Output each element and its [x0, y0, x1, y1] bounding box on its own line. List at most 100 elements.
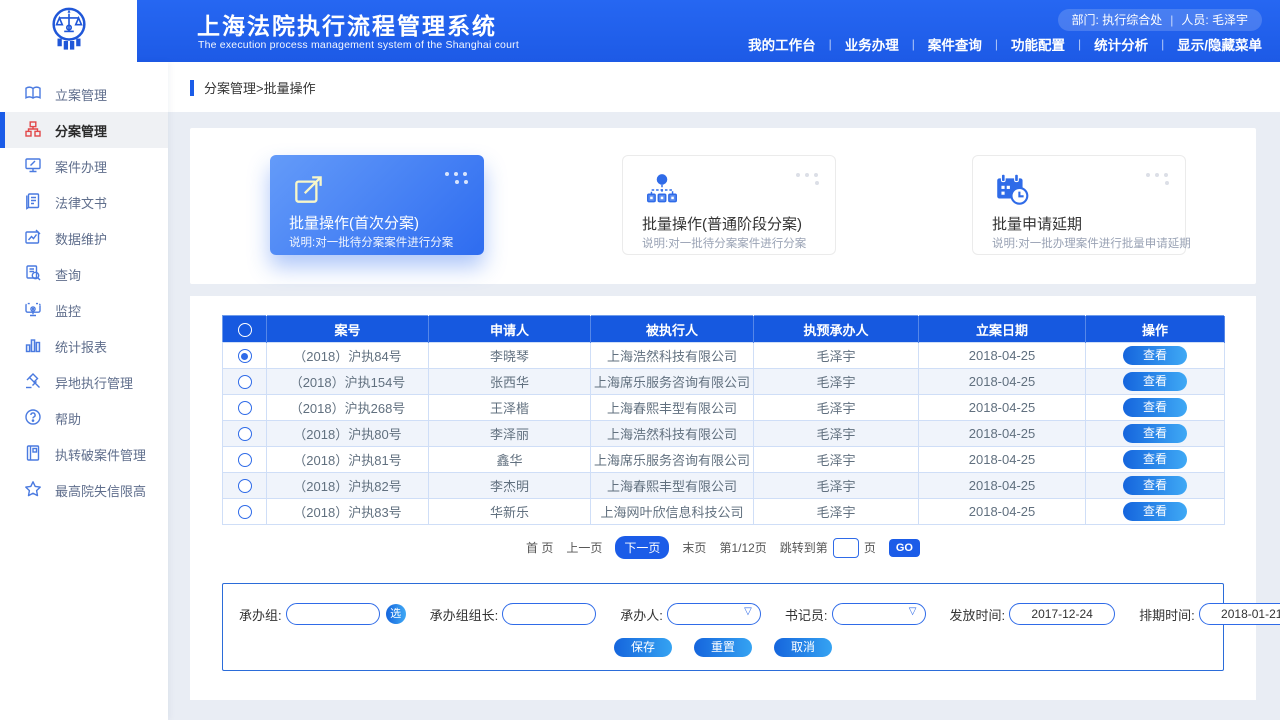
cell-filing-date: 2018-04-25	[919, 473, 1086, 499]
sidebar-item-remote-execution[interactable]: 异地执行管理	[0, 364, 168, 400]
sidebar-item-label: 立案管理	[55, 85, 107, 104]
search-document-icon	[24, 264, 42, 285]
cell-applicant: 李杰明	[429, 473, 591, 499]
row-radio-button[interactable]	[238, 349, 252, 363]
group-leader-label: 承办组组长:	[430, 605, 499, 624]
nav-divider: |	[1078, 37, 1081, 51]
sidebar-item-data-maintenance[interactable]: 数据维护	[0, 220, 168, 256]
card-batch-normal-stage-assignment[interactable]: 批量操作(普通阶段分案) 说明:对一批待分案案件进行分案	[622, 155, 836, 255]
sidebar-item-label: 最高院失信限高	[55, 481, 146, 500]
view-button[interactable]: 查看	[1123, 346, 1187, 365]
view-button[interactable]: 查看	[1123, 372, 1187, 391]
sidebar-item-label: 异地执行管理	[55, 373, 133, 392]
nav-divider: |	[829, 37, 832, 51]
reset-button[interactable]: 重置	[694, 638, 752, 657]
batch-actions-panel: 批量操作(首次分案) 说明:对一批待分案案件进行分案 批量操作(普通阶段分案) …	[190, 128, 1256, 284]
table-row: （2018）沪执83号 华新乐 上海网叶欣信息科技公司 毛泽宇 2018-04-…	[223, 499, 1225, 525]
card-batch-apply-extension[interactable]: 批量申请延期 说明:对一批办理案件进行批量申请延期	[972, 155, 1186, 255]
card-title: 批量申请延期	[992, 213, 1082, 234]
field-schedule-time: 排期时间:	[1139, 603, 1280, 625]
go-button[interactable]: GO	[889, 539, 920, 557]
view-button[interactable]: 查看	[1123, 502, 1187, 521]
issue-time-input[interactable]	[1009, 603, 1115, 625]
pagination-next[interactable]: 下一页	[615, 536, 669, 559]
sidebar-item-supreme-court-dishonesty[interactable]: 最高院失信限高	[0, 472, 168, 508]
view-button[interactable]: 查看	[1123, 398, 1187, 417]
cell-handler: 毛泽宇	[754, 395, 919, 421]
sidebar-item-legal-documents[interactable]: 法律文书	[0, 184, 168, 220]
pagination-first[interactable]: 首 页	[526, 539, 553, 556]
sidebar-item-query[interactable]: 查询	[0, 256, 168, 292]
clerk-select[interactable]	[832, 603, 926, 625]
cell-respondent: 上海网叶欣信息科技公司	[591, 499, 754, 525]
cell-handler: 毛泽宇	[754, 421, 919, 447]
document-icon	[24, 192, 42, 213]
cell-filing-date: 2018-04-25	[919, 421, 1086, 447]
sidebar-item-label: 分案管理	[55, 121, 107, 140]
sidebar-item-case-assignment[interactable]: 分案管理	[0, 112, 168, 148]
cell-respondent: 上海席乐服务咨询有限公司	[591, 447, 754, 473]
column-case-no: 案号	[267, 316, 429, 343]
card-menu-dots-icon	[442, 168, 470, 184]
star-icon	[24, 480, 42, 501]
group-leader-input[interactable]	[502, 603, 596, 625]
pagination-jump: 跳转到第 页	[780, 538, 876, 558]
nav-divider: |	[995, 37, 998, 51]
cell-applicant: 王泽楷	[429, 395, 591, 421]
breadcrumb-text: 分案管理>批量操作	[204, 78, 316, 97]
case-list-panel: 案号 申请人 被执行人 执预承办人 立案日期 操作 （2018）沪执84号 李晓…	[190, 296, 1256, 700]
handler-select[interactable]	[667, 603, 761, 625]
sidebar-item-case-handling[interactable]: 案件办理	[0, 148, 168, 184]
row-radio-button[interactable]	[238, 427, 252, 441]
court-emblem-icon	[46, 3, 92, 60]
sidebar-item-monitoring[interactable]: 监控	[0, 292, 168, 328]
view-button[interactable]: 查看	[1123, 476, 1187, 495]
nav-divider: |	[1161, 37, 1164, 51]
case-table: 案号 申请人 被执行人 执预承办人 立案日期 操作 （2018）沪执84号 李晓…	[222, 315, 1224, 525]
chart-pencil-icon	[24, 228, 42, 249]
nav-item-toggle-menu[interactable]: 显示/隐藏菜单	[1177, 34, 1262, 54]
clerk-label: 书记员:	[785, 605, 828, 624]
sidebar-item-label: 案件办理	[55, 157, 107, 176]
cell-applicant: 李泽丽	[429, 421, 591, 447]
sidebar-item-case-filing[interactable]: 立案管理	[0, 76, 168, 112]
pagination-last[interactable]: 末页	[682, 539, 706, 556]
form-fields-row: 承办组: 选 承办组组长: 承办人: ▽ 书记员:	[239, 603, 1223, 625]
view-button[interactable]: 查看	[1123, 450, 1187, 469]
row-radio-button[interactable]	[238, 401, 252, 415]
nav-item-business[interactable]: 业务办理	[845, 34, 899, 54]
app-window: 上海法院执行流程管理系统 The execution process manag…	[0, 0, 1280, 720]
schedule-time-input[interactable]	[1199, 603, 1280, 625]
cancel-button[interactable]: 取消	[774, 638, 832, 657]
calendar-clock-icon	[993, 171, 1031, 209]
handling-group-input[interactable]	[286, 603, 380, 625]
cell-case-no: （2018）沪执84号	[267, 343, 429, 369]
column-handler: 执预承办人	[754, 316, 919, 343]
assignment-form: 承办组: 选 承办组组长: 承办人: ▽ 书记员:	[222, 583, 1224, 671]
cell-respondent: 上海春熙丰型有限公司	[591, 473, 754, 499]
sidebar-item-statistics-report[interactable]: 统计报表	[0, 328, 168, 364]
card-title: 批量操作(首次分案)	[289, 212, 419, 233]
nav-item-workbench[interactable]: 我的工作台	[748, 34, 816, 54]
row-radio-button[interactable]	[238, 453, 252, 467]
form-buttons-row: 保存 重置 取消	[223, 638, 1223, 657]
card-batch-first-assignment[interactable]: 批量操作(首次分案) 说明:对一批待分案案件进行分案	[270, 155, 484, 255]
row-radio-button[interactable]	[238, 479, 252, 493]
app-subtitle: The execution process management system …	[198, 39, 519, 51]
nav-item-statistics[interactable]: 统计分析	[1094, 34, 1148, 54]
nav-item-case-query[interactable]: 案件查询	[928, 34, 982, 54]
pagination-prev[interactable]: 上一页	[566, 539, 602, 556]
row-radio-button[interactable]	[238, 375, 252, 389]
card-menu-dots-icon	[793, 169, 821, 185]
view-button[interactable]: 查看	[1123, 424, 1187, 443]
cell-case-no: （2018）沪执81号	[267, 447, 429, 473]
monitor-icon	[24, 156, 42, 177]
sidebar-item-label: 法律文书	[55, 193, 107, 212]
sidebar-item-bankruptcy-transfer[interactable]: 执转破案件管理	[0, 436, 168, 472]
jump-page-input[interactable]	[833, 538, 859, 558]
save-button[interactable]: 保存	[614, 638, 672, 657]
sidebar-item-help[interactable]: 帮助	[0, 400, 168, 436]
select-group-button[interactable]: 选	[386, 604, 406, 624]
nav-item-function-config[interactable]: 功能配置	[1011, 34, 1065, 54]
row-radio-button[interactable]	[238, 505, 252, 519]
